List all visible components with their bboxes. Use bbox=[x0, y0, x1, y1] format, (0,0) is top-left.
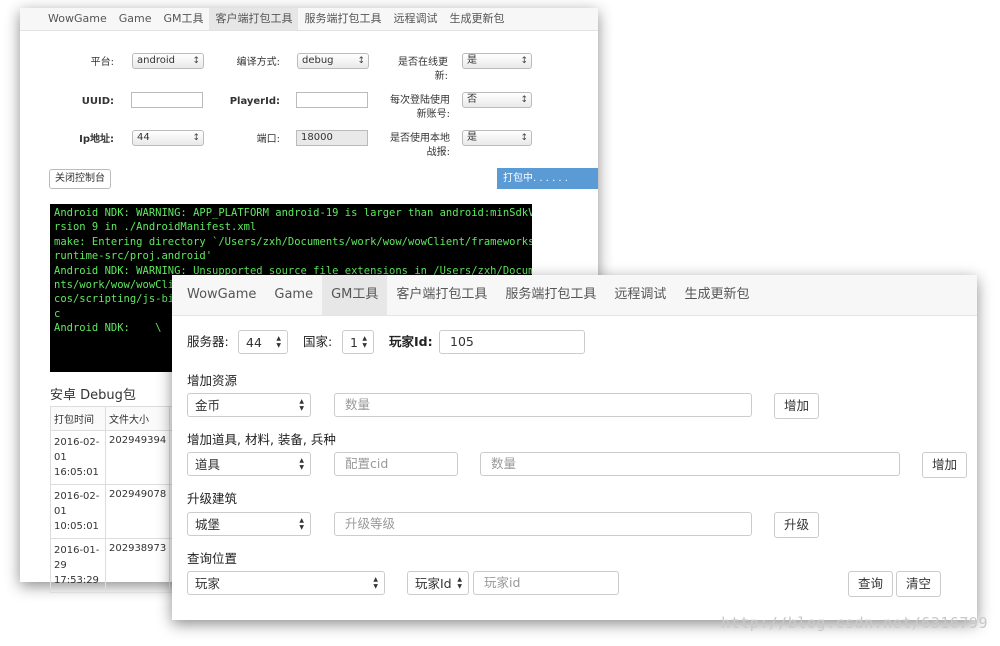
query-target-select[interactable]: 玩家 bbox=[187, 571, 385, 595]
port-label: 端口: bbox=[256, 134, 280, 145]
compile-mode-label: 编译方式: bbox=[236, 57, 280, 68]
table-row: 2016-01- 29 17:53:29 202938973 1 bbox=[50, 538, 188, 593]
online-update-label-line1: 是否在线更 bbox=[398, 57, 448, 68]
time-part: 2016-01- bbox=[54, 545, 100, 556]
column-header: 文件大小 bbox=[104, 406, 171, 431]
nav-wowgame[interactable]: WowGame bbox=[178, 275, 265, 315]
add-resource-title: 增加资源 bbox=[187, 373, 238, 388]
compile-mode-select[interactable]: debug bbox=[297, 53, 369, 69]
add-resource-button[interactable]: 增加 bbox=[774, 393, 820, 419]
clear-button[interactable]: 清空 bbox=[896, 571, 942, 597]
resource-type-select[interactable]: 金币 bbox=[187, 393, 311, 417]
time-part: 17:53:29 bbox=[54, 575, 99, 586]
country-label: 国家: bbox=[303, 334, 333, 349]
new-account-label-line1: 每次登陆使用 bbox=[390, 95, 450, 106]
nav-build-update[interactable]: 生成更新包 bbox=[443, 8, 510, 30]
console-line: make: Entering directory `/Users/zxh/Doc… bbox=[54, 235, 532, 248]
new-account-select[interactable]: 否 bbox=[462, 92, 532, 108]
playerid-label: PlayerId: bbox=[229, 96, 280, 107]
table-row: 2016-02- 01 10:05:01 202949078 1 bbox=[50, 484, 188, 539]
port-input[interactable]: 18000 bbox=[296, 130, 368, 146]
building-select[interactable]: 城堡 bbox=[187, 512, 311, 536]
player-id-label: 玩家Id: bbox=[389, 334, 433, 349]
online-update-label-line2: 新: bbox=[434, 71, 448, 82]
online-update-label: 是否在线更 新: bbox=[392, 56, 448, 84]
gm-tools-window: WowGame Game GM工具 客户端打包工具 服务端打包工具 远程调试 生… bbox=[172, 275, 977, 620]
nav-gm-tools[interactable]: GM工具 bbox=[157, 8, 209, 30]
console-line: runtime-src/proj.android' bbox=[54, 250, 213, 263]
build-time-cell: 2016-02- 01 10:05:01 bbox=[50, 484, 106, 539]
time-part: 2016-02- bbox=[54, 491, 100, 502]
debug-package-title: 安卓 Debug包 bbox=[50, 388, 136, 403]
server-label: 服务器: bbox=[187, 334, 229, 349]
ip-label: Ip地址: bbox=[79, 134, 114, 145]
platform-label: 平台: bbox=[90, 57, 114, 68]
config-cid-input[interactable]: 配置cid bbox=[334, 452, 458, 476]
resource-amount-input[interactable]: 数量 bbox=[334, 393, 752, 417]
add-item-button[interactable]: 增加 bbox=[922, 452, 968, 478]
nav-client-packaging[interactable]: 客户端打包工具 bbox=[209, 8, 299, 30]
query-button[interactable]: 查询 bbox=[848, 571, 894, 597]
add-item-title: 增加道具, 材料, 装备, 兵种 bbox=[187, 432, 336, 447]
query-position-title: 查询位置 bbox=[187, 551, 238, 566]
build-time-cell: 2016-02- 01 16:05:01 bbox=[50, 430, 106, 485]
item-amount-input[interactable]: 数量 bbox=[480, 452, 900, 476]
package-table: 打包时间 文件大小 对 2016-02- 01 16:05:01 2029493… bbox=[50, 406, 188, 593]
file-size-cell: 202949078 bbox=[104, 484, 171, 539]
time-part: 29 bbox=[54, 560, 67, 571]
top-nav: WowGame Game GM工具 客户端打包工具 服务端打包工具 远程调试 生… bbox=[20, 8, 598, 31]
time-part: 2016-02- bbox=[54, 437, 100, 448]
time-part: 16:05:01 bbox=[54, 467, 99, 478]
local-report-label: 是否使用本地 战报: bbox=[380, 132, 450, 160]
playerid-input[interactable] bbox=[296, 92, 368, 108]
query-player-id-input[interactable]: 玩家id bbox=[473, 571, 619, 595]
player-id-input[interactable]: 105 bbox=[439, 330, 585, 354]
nav-client-packaging[interactable]: 客户端打包工具 bbox=[387, 275, 496, 315]
local-report-select[interactable]: 是 bbox=[462, 130, 532, 146]
nav-server-packaging[interactable]: 服务端打包工具 bbox=[496, 275, 605, 315]
upgrade-button[interactable]: 升级 bbox=[774, 512, 820, 538]
ip-select[interactable]: 44 bbox=[132, 130, 204, 146]
country-select[interactable]: 1 bbox=[342, 330, 374, 354]
time-part: 01 bbox=[54, 506, 67, 517]
file-size-cell: 202938973 bbox=[104, 538, 171, 593]
table-row: 2016-02- 01 16:05:01 202949394 1 bbox=[50, 430, 188, 485]
nav-remote-debug[interactable]: 远程调试 bbox=[605, 275, 675, 315]
column-header: 打包时间 bbox=[50, 406, 106, 431]
upgrade-building-title: 升级建筑 bbox=[187, 491, 238, 506]
server-select[interactable]: 44 bbox=[238, 330, 288, 354]
uuid-input[interactable] bbox=[131, 92, 203, 108]
new-account-label-line2: 新账号: bbox=[416, 109, 450, 120]
time-part: 01 bbox=[54, 452, 67, 463]
build-time-cell: 2016-01- 29 17:53:29 bbox=[50, 538, 106, 593]
table-header-row: 打包时间 文件大小 对 bbox=[50, 406, 188, 431]
new-account-label: 每次登陆使用 新账号: bbox=[380, 94, 450, 122]
time-part: 10:05:01 bbox=[54, 521, 99, 532]
nav-gm-tools[interactable]: GM工具 bbox=[322, 275, 388, 315]
nav-remote-debug[interactable]: 远程调试 bbox=[387, 8, 443, 30]
nav-game[interactable]: Game bbox=[113, 8, 158, 30]
online-update-select[interactable]: 是 bbox=[462, 53, 532, 69]
nav-build-update[interactable]: 生成更新包 bbox=[675, 275, 758, 315]
upgrade-level-input[interactable]: 升级等级 bbox=[334, 512, 752, 536]
packing-status-bar: 打包中. . . . . . bbox=[497, 168, 598, 189]
nav-wowgame[interactable]: WowGame bbox=[42, 8, 113, 30]
query-id-type-select[interactable]: 玩家Id bbox=[407, 571, 469, 595]
close-console-button[interactable]: 关闭控制台 bbox=[49, 169, 111, 189]
uuid-label: UUID: bbox=[81, 96, 114, 107]
item-type-select[interactable]: 道具 bbox=[187, 452, 311, 476]
watermark-text: http://blog.csdn.net/6316799 bbox=[721, 614, 988, 632]
top-nav: WowGame Game GM工具 客户端打包工具 服务端打包工具 远程调试 生… bbox=[172, 275, 977, 316]
nav-game[interactable]: Game bbox=[265, 275, 322, 315]
file-size-cell: 202949394 bbox=[104, 430, 171, 485]
console-line: rsion 9 in ./AndroidManifest.xml bbox=[54, 221, 257, 234]
local-report-label-line1: 是否使用本地 bbox=[390, 133, 450, 144]
local-report-label-line2: 战报: bbox=[426, 147, 450, 158]
platform-select[interactable]: android bbox=[132, 53, 204, 69]
console-line: Android NDK: WARNING: APP_PLATFORM andro… bbox=[54, 207, 532, 219]
nav-server-packaging[interactable]: 服务端打包工具 bbox=[298, 8, 387, 30]
